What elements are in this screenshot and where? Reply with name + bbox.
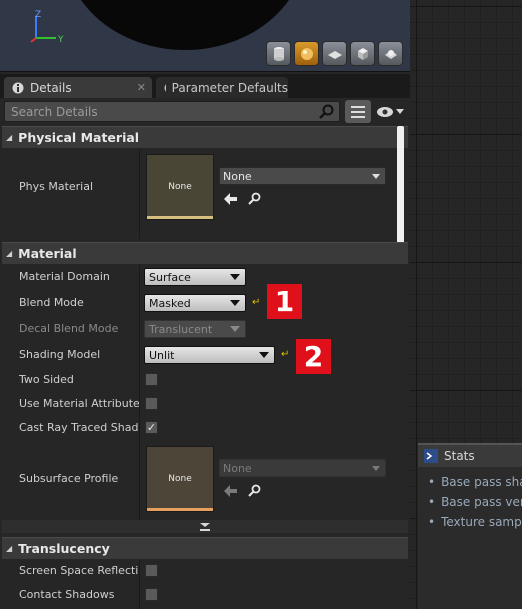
category-material[interactable]: ◢ Material — [2, 242, 408, 264]
expand-down-icon — [200, 522, 210, 531]
browse-search-icon[interactable] — [248, 484, 262, 498]
picker-value: None — [223, 461, 252, 475]
preview-sphere-button[interactable] — [294, 41, 319, 66]
subsurface-profile-thumbnail[interactable]: None — [146, 446, 214, 512]
screen-space-reflections-label: Screen Space Reflections — [19, 564, 139, 577]
material-domain-label: Material Domain — [19, 270, 110, 283]
category-title: Material — [18, 246, 77, 261]
use-selected-arrow-icon[interactable] — [224, 193, 238, 205]
shading-model-dropdown[interactable]: Unlit — [144, 346, 275, 364]
stats-title: Stats — [444, 449, 475, 463]
collapse-arrow-icon: ◢ — [6, 133, 13, 142]
view-options-button[interactable] — [374, 100, 406, 123]
chevron-down-icon — [396, 108, 404, 114]
eye-icon — [377, 106, 393, 117]
blend-mode-label: Blend Mode — [19, 296, 84, 309]
search-placeholder: Search Details — [11, 104, 98, 119]
thumbnail-bar — [147, 216, 213, 219]
cast-ray-traced-shadows-label: Cast Ray Traced Shadows — [19, 421, 139, 434]
chevron-down-icon — [230, 274, 240, 280]
use-material-attributes-label: Use Material Attributes — [19, 397, 139, 410]
sphere-icon — [300, 47, 313, 60]
two-sided-checkbox[interactable] — [145, 373, 158, 386]
thumbnail-bar — [147, 508, 213, 511]
stats-line: •Base pass vertex — [428, 495, 522, 509]
details-scrollbar[interactable] — [397, 126, 404, 246]
info-icon — [164, 84, 166, 91]
annotation-badge-2: 2 — [296, 339, 331, 374]
axis-z-label: Z — [35, 10, 41, 20]
material-preview-viewport[interactable]: Z Y — [0, 0, 410, 72]
shading-model-label: Shading Model — [19, 348, 101, 361]
phys-material-label: Phys Material — [19, 180, 94, 193]
column-divider[interactable] — [139, 149, 140, 239]
contact-shadows-checkbox[interactable] — [145, 588, 158, 601]
decal-blend-mode-label: Decal Blend Mode — [19, 322, 119, 335]
two-sided-label: Two Sided — [19, 373, 74, 386]
blend-mode-dropdown[interactable]: Masked — [144, 294, 246, 312]
material-domain-dropdown[interactable]: Surface — [144, 268, 246, 286]
plane-icon — [327, 50, 342, 59]
dropdown-value: Masked — [149, 296, 191, 310]
stats-tab[interactable]: Stats — [418, 443, 522, 467]
annotation-badge-1: 1 — [267, 284, 302, 319]
stats-line: •Base pass shader — [428, 475, 522, 489]
preview-cube-button[interactable] — [350, 41, 375, 66]
collapse-arrow-icon: ◢ — [6, 249, 13, 258]
tab-details[interactable]: Details ✕ — [4, 77, 152, 98]
stats-line: •Texture samplers — [428, 515, 522, 529]
screen-space-reflections-checkbox[interactable] — [145, 564, 158, 577]
cylinder-icon — [273, 46, 284, 61]
preview-cylinder-button[interactable] — [266, 41, 291, 66]
reset-to-default-icon[interactable]: ↵ — [252, 298, 262, 308]
dropdown-value: Translucent — [149, 322, 213, 336]
thumbnail-text: None — [168, 474, 192, 484]
picker-value: None — [223, 169, 252, 183]
phys-material-picker[interactable]: None — [219, 167, 386, 185]
subsurface-profile-label: Subsurface Profile — [19, 472, 119, 485]
preview-plane-button[interactable] — [322, 41, 347, 66]
chevron-down-icon — [230, 300, 240, 306]
chevron-down-icon — [230, 326, 240, 332]
custom-mesh-icon — [384, 49, 397, 59]
category-title: Physical Material — [18, 130, 140, 145]
column-divider[interactable] — [139, 265, 140, 520]
dropdown-value: Surface — [149, 270, 191, 284]
use-material-attributes-checkbox[interactable] — [145, 397, 158, 410]
close-icon[interactable]: ✕ — [137, 81, 146, 94]
browse-search-icon[interactable] — [248, 192, 262, 206]
axis-gizmo: Z Y — [30, 10, 64, 45]
cube-icon — [357, 47, 368, 60]
category-physical-material[interactable]: ◢ Physical Material — [2, 126, 408, 148]
dropdown-value: Unlit — [149, 348, 175, 362]
thumbnail-text: None — [168, 182, 192, 192]
collapse-arrow-icon: ◢ — [6, 544, 13, 553]
subsurface-profile-picker: None — [219, 459, 386, 477]
reset-to-default-icon[interactable]: ↵ — [281, 350, 291, 360]
contact-shadows-label: Contact Shadows — [19, 588, 115, 601]
chevron-down-icon — [372, 466, 380, 471]
search-icon[interactable] — [318, 104, 336, 120]
axis-y-label: Y — [57, 35, 64, 45]
phys-material-thumbnail[interactable]: None — [146, 154, 214, 220]
stats-icon — [424, 449, 438, 463]
column-divider[interactable] — [139, 560, 140, 609]
search-input[interactable]: Search Details — [4, 101, 340, 122]
info-icon — [12, 82, 24, 93]
use-selected-arrow-icon — [224, 485, 237, 497]
decal-blend-mode-dropdown: Translucent — [144, 320, 246, 338]
category-translucency[interactable]: ◢ Translucency — [2, 537, 408, 559]
property-matrix-button[interactable] — [345, 100, 371, 123]
tab-details-label: Details — [30, 80, 72, 95]
chevron-down-icon — [372, 174, 380, 179]
preview-custom-mesh-button[interactable] — [378, 41, 403, 66]
advanced-expand-button[interactable] — [2, 520, 408, 533]
stats-panel: •Base pass shader •Base pass vertex •Tex… — [418, 467, 522, 609]
chevron-down-icon — [259, 352, 269, 358]
list-icon — [351, 105, 365, 118]
tab-parameter-defaults-label: Parameter Defaults — [171, 80, 288, 95]
category-title: Translucency — [18, 541, 110, 556]
cast-ray-traced-shadows-checkbox[interactable]: ✓ — [145, 421, 158, 434]
tab-parameter-defaults[interactable]: Parameter Defaults — [156, 77, 288, 98]
